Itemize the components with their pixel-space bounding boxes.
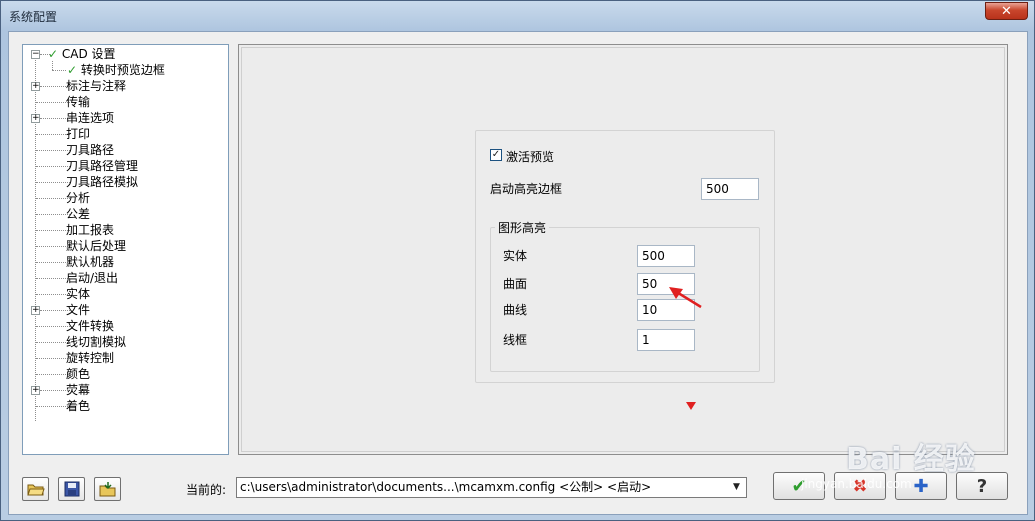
help-question-icon: ? bbox=[976, 475, 988, 497]
solid-label: 实体 bbox=[503, 249, 528, 263]
collapse-icon[interactable]: − bbox=[31, 50, 40, 59]
tree-connector bbox=[36, 102, 70, 103]
tree-connector bbox=[36, 182, 70, 183]
save-button[interactable] bbox=[58, 477, 85, 501]
tree-guide-line bbox=[52, 61, 53, 70]
tree-item[interactable]: 串连选项 bbox=[66, 110, 114, 126]
tree-item[interactable]: 公差 bbox=[66, 206, 90, 222]
baidu-watermark: Bai 经验 bbox=[846, 442, 976, 477]
tree-item[interactable]: 分析 bbox=[66, 190, 90, 206]
folder-merge-icon bbox=[99, 482, 115, 497]
graphics-highlight-group bbox=[490, 227, 760, 372]
tree-connector bbox=[36, 262, 70, 263]
tree-connector bbox=[36, 358, 70, 359]
tree-connector bbox=[36, 166, 70, 167]
settings-panel: ✓ 激活预览 启动高亮边框 500 图形高亮 实体 500 曲面 50 曲线 1… bbox=[238, 44, 1008, 455]
chevron-down-icon[interactable]: ▼ bbox=[728, 479, 745, 496]
curve-label: 曲线 bbox=[503, 303, 528, 317]
tree-item[interactable]: 传输 bbox=[66, 94, 90, 110]
save-disk-icon bbox=[64, 481, 79, 497]
folder-open-icon bbox=[26, 484, 45, 496]
highlight-border-input[interactable]: 500 bbox=[701, 178, 759, 200]
tree-item[interactable]: 刀具路径 bbox=[66, 142, 114, 158]
wireframe-label: 线框 bbox=[503, 333, 528, 347]
current-config-label: 当前的: bbox=[186, 483, 227, 497]
tree-item[interactable]: 实体 bbox=[66, 286, 90, 302]
tree-item[interactable]: 打印 bbox=[66, 126, 90, 142]
highlight-border-label: 启动高亮边框 bbox=[490, 182, 563, 196]
tree-item[interactable]: 旋转控制 bbox=[66, 350, 114, 366]
tree-connector bbox=[36, 342, 70, 343]
surface-label: 曲面 bbox=[503, 277, 528, 291]
activate-preview-label: 激活预览 bbox=[506, 150, 555, 164]
merge-folder-button[interactable] bbox=[94, 477, 121, 501]
activate-preview-checkbox[interactable]: ✓ bbox=[490, 149, 502, 161]
tree-item[interactable]: 刀具路径管理 bbox=[66, 158, 138, 174]
plus-icon: ✚ bbox=[913, 475, 929, 497]
tree-connector bbox=[52, 70, 66, 71]
tree-item[interactable]: 启动/退出 bbox=[66, 270, 118, 286]
annotation-arrow-icon bbox=[669, 287, 702, 309]
tree-guide-line bbox=[35, 53, 36, 421]
tree-item-label: 转换时预览边框 bbox=[80, 63, 165, 77]
expand-icon[interactable]: + bbox=[31, 386, 40, 395]
window-title: 系统配置 bbox=[9, 10, 58, 24]
tree-item[interactable]: 文件转换 bbox=[66, 318, 114, 334]
checkmark-icon: ✓ bbox=[491, 149, 501, 160]
title-bar: 系统配置 ✕ bbox=[1, 1, 1034, 31]
graphics-highlight-caption: 图形高亮 bbox=[495, 219, 550, 236]
tree-item[interactable]: 默认后处理 bbox=[66, 238, 126, 254]
expand-icon[interactable]: + bbox=[31, 114, 40, 123]
tree-connector bbox=[36, 406, 70, 407]
tree-item[interactable]: 着色 bbox=[66, 398, 90, 414]
expand-icon[interactable]: + bbox=[31, 306, 40, 315]
check-icon: ✓ bbox=[48, 47, 59, 61]
solid-input[interactable]: 500 bbox=[637, 245, 695, 267]
close-icon: ✕ bbox=[1001, 3, 1012, 19]
window-close-button[interactable]: ✕ bbox=[985, 2, 1028, 20]
tree-connector bbox=[36, 134, 70, 135]
tree-item[interactable]: 刀具路径模拟 bbox=[66, 174, 138, 190]
tree-item[interactable]: 默认机器 bbox=[66, 254, 114, 270]
open-folder-button[interactable] bbox=[22, 477, 49, 501]
tree-connector bbox=[36, 326, 70, 327]
tree-item[interactable]: 线切割模拟 bbox=[66, 334, 126, 350]
tree-connector bbox=[36, 246, 70, 247]
tree-connector bbox=[36, 278, 70, 279]
tree-item[interactable]: 加工报表 bbox=[66, 222, 114, 238]
wireframe-input[interactable]: 1 bbox=[637, 329, 695, 351]
scroll-down-marker-icon bbox=[686, 402, 696, 410]
tree-item-label: CAD 设置 bbox=[61, 47, 116, 61]
tree-connector bbox=[36, 150, 70, 151]
check-icon: ✓ bbox=[67, 63, 78, 77]
tree-connector bbox=[36, 214, 70, 215]
tree-item-cad-settings[interactable]: ✓ CAD 设置 bbox=[48, 46, 116, 62]
tree-item[interactable]: 文件 bbox=[66, 302, 90, 318]
expand-icon[interactable]: + bbox=[31, 82, 40, 91]
tree-item[interactable]: 荧幕 bbox=[66, 382, 90, 398]
tree-connector bbox=[36, 374, 70, 375]
baidu-watermark-url: jingyan.baidu.com bbox=[801, 477, 912, 491]
tree-connector bbox=[36, 230, 70, 231]
tree-connector bbox=[36, 294, 70, 295]
settings-tree[interactable]: − ✓ CAD 设置 ✓ 转换时预览边框 + 标注与注释 传输 + 串连选项 打… bbox=[22, 44, 229, 455]
config-file-value: c:\users\administrator\documents...\mcam… bbox=[240, 480, 652, 494]
config-file-select[interactable]: c:\users\administrator\documents...\mcam… bbox=[236, 477, 747, 498]
tree-item[interactable]: 颜色 bbox=[66, 366, 90, 382]
system-config-window: 系统配置 ✕ − ✓ CAD 设置 ✓ 转换时预览边框 + 标注与注释 传输 +… bbox=[0, 0, 1035, 521]
tree-item[interactable]: 标注与注释 bbox=[66, 78, 126, 94]
tree-connector bbox=[36, 198, 70, 199]
tree-item-preview-border[interactable]: ✓ 转换时预览边框 bbox=[67, 62, 165, 78]
